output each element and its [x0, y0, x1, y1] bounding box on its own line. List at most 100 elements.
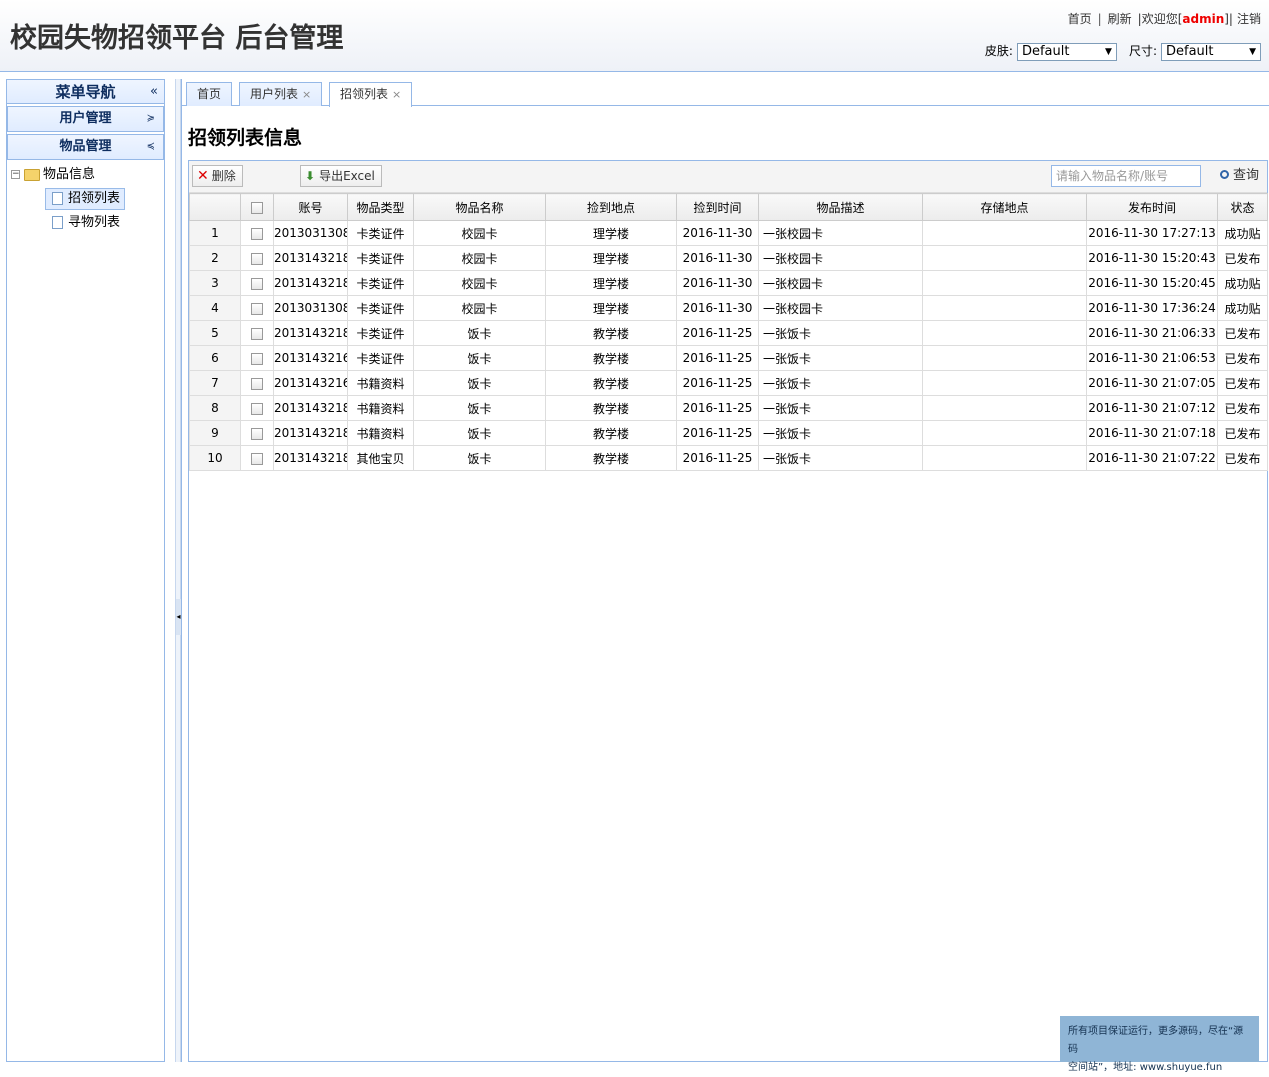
col-account[interactable]: 账号 — [273, 193, 348, 221]
row-checkbox[interactable] — [251, 227, 263, 240]
cell-desc: 一张饭卡 — [758, 320, 923, 346]
row-checkbox[interactable] — [251, 352, 263, 365]
row-select-cell[interactable] — [240, 270, 274, 296]
accordion-item-management[interactable]: 物品管理 ≼ — [7, 134, 164, 160]
accordion-label: 用户管理 — [59, 111, 112, 126]
row-select-cell[interactable] — [240, 345, 274, 371]
col-name[interactable]: 物品名称 — [413, 193, 546, 221]
row-select-cell[interactable] — [240, 245, 274, 271]
tree-node-lost-list[interactable]: 寻物列表 — [45, 212, 164, 236]
tree-node-found-list[interactable]: 招领列表 — [45, 188, 164, 212]
cell-type: 书籍资料 — [347, 395, 414, 421]
col-desc[interactable]: 物品描述 — [758, 193, 923, 221]
table-row[interactable]: 2 2013143218 卡类证件 校园卡 理学楼 2016-11-30 一张校园卡 2016… — [189, 245, 1268, 271]
cell-storage — [922, 220, 1087, 246]
table-row[interactable]: 1 2013031308 卡类证件 校园卡 理学楼 2016-11-30 一张校园卡 2016… — [189, 220, 1268, 246]
cell-type: 卡类证件 — [347, 345, 414, 371]
row-select-cell[interactable] — [240, 220, 274, 246]
row-checkbox[interactable] — [251, 327, 263, 340]
row-checkbox[interactable] — [251, 452, 263, 465]
skin-select[interactable]: Default ▼ — [1016, 42, 1117, 61]
row-select-cell[interactable] — [240, 295, 274, 321]
col-type[interactable]: 物品类型 — [347, 193, 414, 221]
col-published[interactable]: 发布时间 — [1086, 193, 1218, 221]
top-links: 首页 | 刷新 |欢迎您[admin]| 注销 — [1068, 10, 1261, 27]
row-select-cell[interactable] — [240, 370, 274, 396]
cell-date: 2016-11-25 — [676, 370, 759, 396]
collapse-icon[interactable]: ≼ — [147, 135, 155, 159]
table-row[interactable]: 7 2013143216 书籍资料 饭卡 教学楼 2016-11-25 一张饭卡 2016-1… — [189, 370, 1268, 396]
cell-place: 教学楼 — [545, 420, 677, 446]
collapse-sidebar-icon[interactable]: « — [150, 80, 158, 104]
refresh-link[interactable]: 刷新 — [1108, 12, 1132, 26]
tree-expander-icon[interactable]: − — [11, 170, 20, 179]
size-select[interactable]: Default ▼ — [1161, 42, 1261, 61]
col-place[interactable]: 捡到地点 — [545, 193, 677, 221]
table-row[interactable]: 8 2013143218 书籍资料 饭卡 教学楼 2016-11-25 一张饭卡 2016-1… — [189, 395, 1268, 421]
search-button[interactable]: 查询 — [1219, 165, 1259, 187]
row-select-cell[interactable] — [240, 395, 274, 421]
table-row[interactable]: 5 2013143218 卡类证件 饭卡 教学楼 2016-11-25 一张饭卡 2016-1… — [189, 320, 1268, 346]
row-select-cell[interactable] — [240, 320, 274, 346]
cell-published: 2016-11-30 15:20:45 — [1086, 270, 1218, 296]
skin-label: 皮肤: — [984, 44, 1013, 58]
row-checkbox[interactable] — [251, 277, 263, 290]
row-number: 9 — [189, 420, 241, 446]
tab-found-list[interactable]: 招领列表 × — [329, 82, 413, 107]
cell-account: 2013143218 — [273, 395, 348, 421]
export-excel-button[interactable]: ⬇ 导出Excel — [300, 165, 382, 187]
cell-storage — [922, 245, 1087, 271]
col-select-all[interactable] — [240, 193, 274, 221]
table-row[interactable]: 10 2013143218 其他宝贝 饭卡 教学楼 2016-11-25 一张饭卡 2016-… — [189, 445, 1268, 471]
row-checkbox[interactable] — [251, 302, 263, 315]
cell-account: 2013143216 — [273, 370, 348, 396]
cell-storage — [922, 370, 1087, 396]
cell-status: 已发布 — [1217, 345, 1268, 371]
row-number: 7 — [189, 370, 241, 396]
row-checkbox[interactable] — [251, 377, 263, 390]
tab-user-list[interactable]: 用户列表 × — [239, 82, 323, 106]
dropdown-arrow-icon: ▼ — [1249, 46, 1256, 57]
cell-date: 2016-11-30 — [676, 245, 759, 271]
table-row[interactable]: 4 2013031308 卡类证件 校园卡 理学楼 2016-11-30 一张校园卡 2016… — [189, 295, 1268, 321]
cell-account: 2013143218 — [273, 245, 348, 271]
tree-node-item-info[interactable]: − 物品信息 — [11, 164, 164, 188]
col-storage[interactable]: 存储地点 — [922, 193, 1087, 221]
close-tab-icon[interactable]: × — [302, 88, 311, 101]
tab-home[interactable]: 首页 — [186, 82, 233, 106]
cell-type: 书籍资料 — [347, 420, 414, 446]
tab-label: 首页 — [197, 87, 222, 101]
cell-status: 已发布 — [1217, 320, 1268, 346]
logout-link[interactable]: 注销 — [1237, 12, 1261, 26]
page-title: 招领列表信息 — [188, 127, 303, 149]
delete-button[interactable]: ✕ 删除 — [192, 165, 243, 187]
cell-account: 2013031308 — [273, 220, 348, 246]
row-select-cell[interactable] — [240, 445, 274, 471]
select-all-checkbox[interactable] — [251, 201, 263, 214]
cell-name: 校园卡 — [413, 295, 546, 321]
cell-place: 理学楼 — [545, 270, 677, 296]
col-date[interactable]: 捡到时间 — [676, 193, 759, 221]
row-checkbox[interactable] — [251, 427, 263, 440]
close-tab-icon[interactable]: × — [392, 88, 401, 101]
home-link[interactable]: 首页 — [1068, 12, 1092, 26]
accordion-user-management[interactable]: 用户管理 ≽ — [7, 106, 164, 132]
cell-desc: 一张饭卡 — [758, 395, 923, 421]
cell-desc: 一张饭卡 — [758, 420, 923, 446]
table-row[interactable]: 6 2013143216 卡类证件 饭卡 教学楼 2016-11-25 一张饭卡 2016-1… — [189, 345, 1268, 371]
table-row[interactable]: 3 2013143218 卡类证件 校园卡 理学楼 2016-11-30 一张校园卡 2016… — [189, 270, 1268, 296]
table-row[interactable]: 9 2013143218 书籍资料 饭卡 教学楼 2016-11-25 一张饭卡 2016-1… — [189, 420, 1268, 446]
row-checkbox[interactable] — [251, 402, 263, 415]
search-input[interactable]: 请输入物品名称/账号 — [1051, 165, 1201, 187]
file-icon — [52, 192, 63, 205]
row-select-cell[interactable] — [240, 420, 274, 446]
expand-icon[interactable]: ≽ — [147, 107, 155, 131]
cell-place: 教学楼 — [545, 370, 677, 396]
col-status[interactable]: 状态 — [1217, 193, 1268, 221]
row-checkbox[interactable] — [251, 252, 263, 265]
cell-date: 2016-11-25 — [676, 395, 759, 421]
grid-toolbar: ✕ 删除 ⬇ 导出Excel 请输入物品名称/账号 查询 — [189, 161, 1267, 193]
row-number: 2 — [189, 245, 241, 271]
found-items-table: 账号 物品类型 物品名称 捡到地点 捡到时间 物品描述 存储地点 发布时间 状态… — [189, 193, 1268, 471]
button-label: 导出Excel — [319, 169, 375, 183]
